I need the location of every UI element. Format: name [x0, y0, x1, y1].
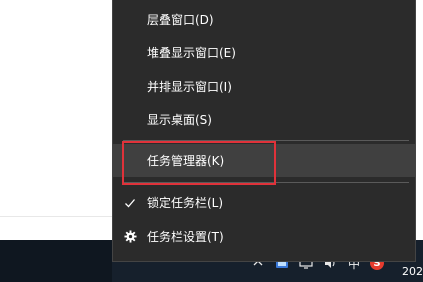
menu-item-label: 并排显示窗口(I) — [147, 80, 232, 94]
menu-item-side-by-side-windows[interactable]: 并排显示窗口(I) — [113, 70, 415, 103]
check-icon — [123, 196, 137, 210]
window-divider — [0, 216, 112, 217]
menu-item-label: 层叠窗口(D) — [147, 13, 214, 27]
gear-icon — [123, 230, 137, 244]
menu-item-cascade-windows[interactable]: 层叠窗口(D) — [113, 3, 415, 36]
menu-item-label: 锁定任务栏(L) — [147, 196, 224, 210]
menu-item-show-desktop[interactable]: 显示桌面(S) — [113, 103, 415, 136]
menu-item-label: 堆叠显示窗口(E) — [147, 46, 236, 60]
menu-item-task-manager[interactable]: 任务管理器(K) — [113, 144, 415, 177]
taskbar-context-menu: 层叠窗口(D) 堆叠显示窗口(E) 并排显示窗口(I) 显示桌面(S) 任务管理… — [112, 0, 416, 262]
menu-separator — [123, 182, 409, 183]
menu-item-label: 任务管理器(K) — [147, 154, 225, 168]
taskbar-clock[interactable]: 202 — [402, 265, 423, 278]
menu-item-label: 显示桌面(S) — [147, 113, 212, 127]
menu-item-label: 任务栏设置(T) — [147, 230, 224, 244]
menu-item-lock-taskbar[interactable]: 锁定任务栏(L) — [113, 186, 415, 219]
taskbar-left-area[interactable] — [0, 240, 112, 282]
menu-item-taskbar-settings[interactable]: 任务栏设置(T) — [113, 220, 415, 253]
menu-item-stack-windows[interactable]: 堆叠显示窗口(E) — [113, 36, 415, 69]
menu-separator — [123, 140, 409, 141]
